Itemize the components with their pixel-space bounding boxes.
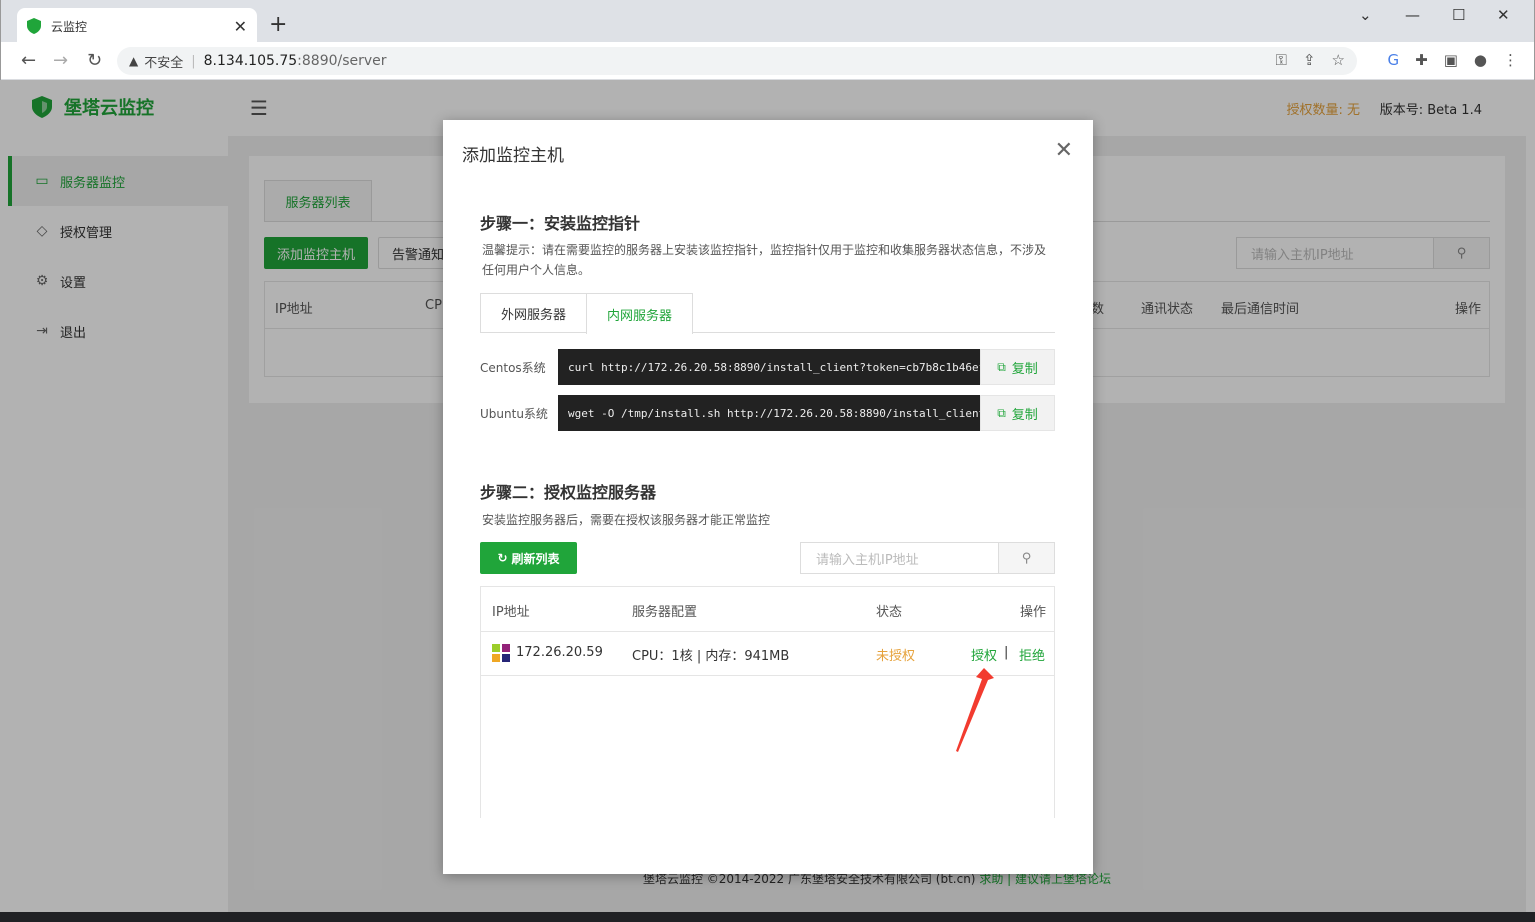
table-divider — [481, 631, 1054, 632]
omnibox-icons: ⚿ ⇪ ☆ — [1276, 51, 1345, 69]
add-host-modal: 添加监控主机 ✕ 步骤一：安装监控指针 温馨提示：请在需要监控的服务器上安装该监… — [443, 120, 1093, 874]
puzzle-icon[interactable]: ✚ — [1415, 51, 1428, 69]
column-header: 服务器配置 — [632, 605, 698, 620]
chevron-down-icon[interactable]: ⌄ — [1359, 6, 1372, 24]
tab-title: 云监控 — [51, 19, 88, 34]
share-icon[interactable]: ⇪ — [1303, 51, 1316, 69]
row-ip: 172.26.20.59 — [516, 645, 603, 660]
new-tab-icon[interactable]: + — [269, 12, 287, 37]
centos-label: Centos系统 — [480, 361, 546, 375]
window-close-icon[interactable]: ✕ — [1497, 6, 1510, 24]
address-bar[interactable]: ▲ 不安全 | 8.134.105.75 :8890/server ⚿ ⇪ ☆ — [117, 47, 1357, 75]
copy-icon: ⧉ — [997, 405, 1006, 420]
url-path: :8890/server — [297, 53, 387, 69]
maximize-icon[interactable]: ☐ — [1452, 6, 1465, 24]
profile-icon[interactable]: ● — [1474, 51, 1487, 69]
centos-command[interactable]: curl http://172.26.20.58:8890/install_cl… — [558, 349, 980, 385]
centos-command-row: Centos系统 curl http://172.26.20.58:8890/i… — [480, 349, 1055, 385]
translate-icon[interactable]: G — [1388, 51, 1400, 69]
modal-search-input[interactable]: 请输入主机IP地址 — [801, 543, 998, 573]
security-label: 不安全 — [144, 55, 184, 71]
refresh-icon: ↻ — [497, 551, 508, 565]
search-icon[interactable]: ⚲ — [998, 543, 1054, 573]
step2-tip: 安装监控服务器后，需要在授权该服务器才能正常监控 — [482, 513, 771, 527]
copy-label: 复制 — [1011, 407, 1038, 423]
back-icon[interactable]: ← — [21, 50, 36, 71]
centos-copy-button[interactable]: ⧉ 复制 — [980, 349, 1055, 385]
modal-title: 添加监控主机 — [462, 146, 564, 166]
forward-icon[interactable]: → — [53, 50, 68, 71]
authorize-link[interactable]: 授权 — [971, 645, 997, 664]
browser-toolbar: ← → ↻ ▲ 不安全 | 8.134.105.75 :8890/server … — [1, 42, 1534, 80]
warning-icon: ▲ — [129, 54, 139, 68]
taskbar-strip — [0, 912, 1535, 922]
ubuntu-command-row: Ubuntu系统 wget -O /tmp/install.sh http://… — [480, 395, 1055, 431]
server-type-tabs: 外网服务器 内网服务器 — [480, 293, 1055, 334]
refresh-list-button[interactable]: ↻ 刷新列表 — [480, 542, 577, 574]
step1-title: 步骤一：安装监控指针 — [480, 214, 641, 233]
browser-chrome: 云监控 ✕ + ⌄ — ☐ ✕ ← → ↻ ▲ 不安全 | 8.134.105.… — [0, 0, 1535, 80]
copy-label: 复制 — [1011, 361, 1038, 377]
more-icon[interactable]: ⋮ — [1503, 51, 1518, 69]
reload-icon[interactable]: ↻ — [87, 50, 102, 71]
ubuntu-copy-button[interactable]: ⧉ 复制 — [980, 395, 1055, 431]
tab-internal-server[interactable]: 内网服务器 — [586, 293, 693, 334]
address-divider: | — [191, 53, 196, 69]
reject-link[interactable]: 拒绝 — [1019, 645, 1045, 664]
close-icon[interactable]: ✕ — [1055, 138, 1073, 163]
extension-icons: G ✚ ▣ ● ⋮ — [1388, 51, 1518, 69]
key-icon[interactable]: ⚿ — [1276, 51, 1287, 69]
ubuntu-command[interactable]: wget -O /tmp/install.sh http://172.26.20… — [558, 395, 980, 431]
favicon-shield-icon — [27, 18, 41, 34]
sidepanel-icon[interactable]: ▣ — [1444, 51, 1458, 69]
tab-external-server[interactable]: 外网服务器 — [480, 293, 587, 333]
url-host: 8.134.105.75 — [203, 53, 298, 69]
copy-icon: ⧉ — [997, 359, 1006, 374]
tab-close-icon[interactable]: ✕ — [234, 17, 247, 36]
ubuntu-label: Ubuntu系统 — [480, 407, 548, 421]
column-header: 操作 — [1020, 605, 1047, 620]
status-badge: 未授权 — [876, 649, 916, 664]
centos-icon — [492, 644, 510, 662]
browser-tab[interactable]: 云监控 ✕ — [17, 8, 257, 44]
modal-host-search: 请输入主机IP地址 ⚲ — [800, 542, 1055, 574]
star-icon[interactable]: ☆ — [1332, 51, 1345, 69]
column-header: 状态 — [876, 605, 903, 620]
refresh-label: 刷新列表 — [511, 551, 560, 566]
row-config: CPU：1核 | 内存：941MB — [632, 649, 790, 664]
step1-tip: 温馨提示：请在需要监控的服务器上安装该监控指针，监控指针仅用于监控和收集服务器状… — [482, 243, 1047, 277]
minimize-icon[interactable]: — — [1405, 6, 1420, 24]
column-header: IP地址 — [492, 605, 530, 620]
annotation-arrow — [956, 668, 994, 752]
action-separator: | — [1004, 645, 1009, 660]
step2-title: 步骤二：授权监控服务器 — [480, 483, 657, 502]
